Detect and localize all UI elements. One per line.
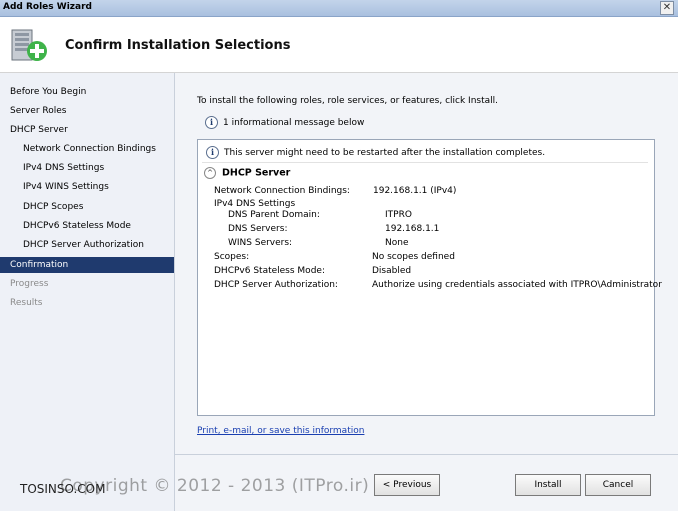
divider [202, 162, 648, 163]
confirmation-panel: i This server might need to be restarted … [197, 139, 662, 416]
copyright-watermark: Copyright © 2012 - 2013 (ITPro.ir) [60, 476, 370, 496]
cancel-button[interactable]: Cancel [585, 474, 651, 496]
wizard-header: Confirm Installation Selections [0, 17, 678, 73]
row-label-dhcpv6-mode: DHCPv6 Stateless Mode: [214, 266, 325, 276]
server-add-icon [11, 29, 47, 61]
row-label-dns-servers: DNS Servers: [228, 224, 288, 234]
row-value-scopes: No scopes defined [372, 252, 455, 262]
section-title: DHCP Server [222, 167, 291, 179]
sidebar-item-progress: Progress [10, 279, 49, 289]
row-label-network-bindings: Network Connection Bindings: [214, 186, 350, 196]
collapse-icon[interactable]: ^ [204, 167, 216, 179]
row-value-dns-servers: 192.168.1.1 [385, 224, 440, 234]
row-label-dns-parent-domain: DNS Parent Domain: [228, 210, 320, 220]
sidebar-item-dhcp-server[interactable]: DHCP Server [0, 122, 174, 138]
sidebar-item-ipv4-dns-settings[interactable]: IPv4 DNS Settings [0, 160, 174, 176]
window-title: Add Roles Wizard [3, 2, 92, 12]
previous-button[interactable]: < Previous [374, 474, 440, 496]
row-label-ipv4-dns: IPv4 DNS Settings [214, 199, 296, 209]
print-email-save-link[interactable]: Print, e-mail, or save this information [197, 426, 364, 436]
info-icon: i [205, 116, 218, 129]
row-value-dns-parent-domain: ITPRO [385, 210, 412, 220]
sidebar-item-results: Results [10, 298, 43, 308]
sidebar-item-dhcpv6-stateless-mode[interactable]: DHCPv6 Stateless Mode [0, 218, 174, 234]
restart-warning: i This server might need to be restarted … [206, 146, 545, 159]
row-label-dhcp-authorization: DHCP Server Authorization: [214, 280, 338, 290]
sidebar-item-server-roles[interactable]: Server Roles [0, 103, 174, 119]
close-icon[interactable]: ✕ [660, 1, 674, 15]
info-message-text: 1 informational message below [223, 117, 365, 128]
row-value-dhcpv6-mode: Disabled [372, 266, 412, 276]
row-value-wins-servers: None [385, 238, 409, 248]
brand-watermark: TOSINSO.COM [20, 482, 106, 496]
row-label-wins-servers: WINS Servers: [228, 238, 293, 248]
row-label-scopes: Scopes: [214, 252, 250, 262]
wizard-sidebar: Before You Begin Server Roles DHCP Serve… [0, 73, 175, 511]
row-value-dhcp-authorization: Authorize using credentials associated w… [372, 280, 662, 290]
sidebar-item-dhcp-scopes[interactable]: DHCP Scopes [0, 199, 174, 215]
dhcp-server-section: ^ DHCP Server [204, 167, 290, 179]
sidebar-item-before-you-begin[interactable]: Before You Begin [0, 84, 174, 100]
install-button[interactable]: Install [515, 474, 581, 496]
intro-text: To install the following roles, role ser… [197, 96, 498, 106]
page-title: Confirm Installation Selections [65, 38, 291, 53]
info-icon: i [206, 146, 219, 159]
title-bar: Add Roles Wizard ✕ [0, 0, 678, 17]
info-message: i 1 informational message below [205, 116, 364, 129]
sidebar-item-ipv4-wins-settings[interactable]: IPv4 WINS Settings [0, 179, 174, 195]
sidebar-item-dhcp-server-authorization[interactable]: DHCP Server Authorization [0, 237, 174, 253]
restart-warning-text: This server might need to be restarted a… [224, 147, 546, 158]
footer-divider [175, 454, 678, 455]
sidebar-item-network-connection-bindings[interactable]: Network Connection Bindings [0, 141, 174, 157]
wizard-content: To install the following roles, role ser… [175, 73, 678, 511]
sidebar-item-confirmation[interactable]: Confirmation [0, 257, 174, 273]
row-value-network-bindings: 192.168.1.1 (IPv4) [373, 186, 457, 196]
